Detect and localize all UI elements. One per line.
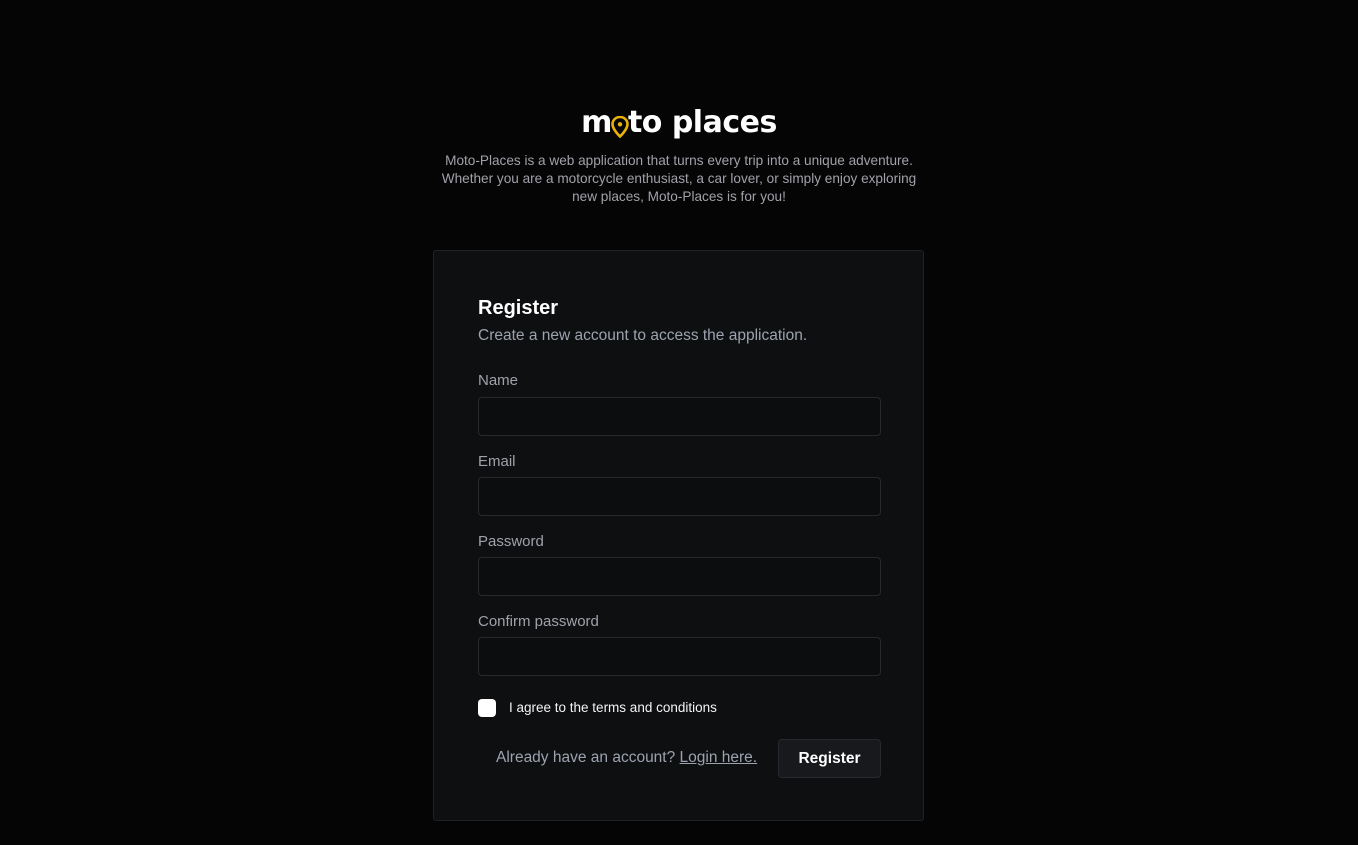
confirm-password-label: Confirm password — [478, 613, 599, 630]
register-page: m to places Moto-Places is a web applicat… — [0, 0, 1358, 845]
register-card: Register Create a new account to access … — [433, 250, 924, 821]
confirm-password-input[interactable] — [478, 637, 881, 676]
password-label: Password — [478, 533, 544, 550]
email-label: Email — [478, 453, 516, 470]
name-input[interactable] — [478, 397, 881, 436]
brand-logo: m to places — [0, 104, 1358, 142]
card-subtitle: Create a new account to access the appli… — [478, 327, 808, 344]
password-input[interactable] — [478, 557, 881, 596]
brand-logo-text-start: m — [581, 105, 612, 140]
name-label: Name — [478, 372, 519, 389]
login-prompt-text: Already have an account? — [496, 749, 676, 766]
email-input[interactable] — [478, 477, 881, 516]
brand-logo-text-end: to places — [627, 105, 777, 140]
terms-label[interactable]: I agree to the terms and conditions — [509, 700, 717, 715]
login-prompt: Already have an account? Login here. — [496, 749, 757, 767]
terms-checkbox[interactable] — [478, 699, 496, 717]
card-title: Register — [478, 297, 559, 319]
register-button[interactable]: Register — [778, 739, 881, 778]
login-link[interactable]: Login here. — [680, 749, 758, 766]
map-pin-icon — [611, 110, 629, 138]
intro-text: Moto-Places is a web application that tu… — [441, 153, 917, 204]
